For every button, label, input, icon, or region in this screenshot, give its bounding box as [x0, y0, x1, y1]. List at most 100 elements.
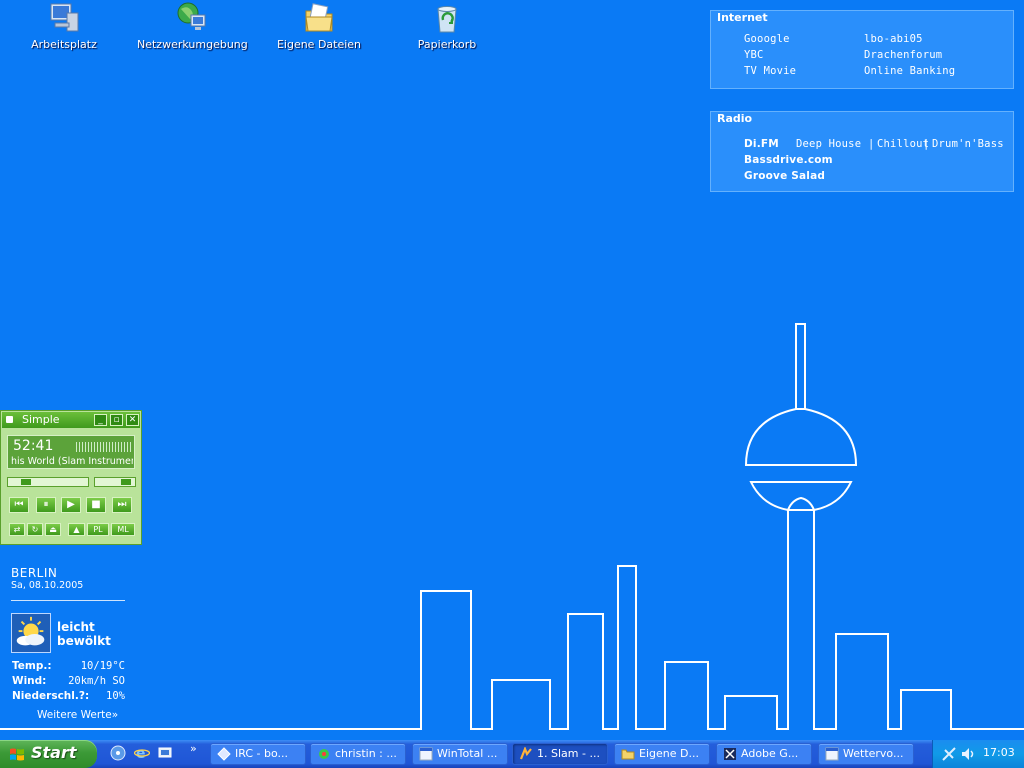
temperature-value: 10/19°C [80, 660, 125, 672]
desktop-icon-recycle-bin[interactable]: Papierkorb [392, 0, 502, 51]
task-weather[interactable]: Wettervo... [818, 743, 914, 765]
precipitation-label: Niederschl.?: [12, 690, 90, 702]
task-irc[interactable]: IRC - bo... [210, 743, 306, 765]
link-groove-salad[interactable]: Groove Salad [744, 170, 825, 182]
close-button[interactable]: ✕ [126, 414, 139, 426]
track-title: his World (Slam Instrumen [11, 456, 133, 467]
desktop-icon-my-computer[interactable]: Arbeitsplatz [9, 0, 119, 51]
adobe-icon [724, 748, 736, 760]
svg-text:e: e [136, 746, 146, 761]
start-button[interactable]: Start [0, 740, 97, 768]
genre-separator: | [868, 138, 875, 150]
link-lbo-abi05[interactable]: lbo-abi05 [864, 33, 923, 45]
desktop-icon-label: Netzwerkumgebung [137, 38, 248, 51]
task-label: Eigene D... [639, 747, 699, 760]
desktop-icon-network[interactable]: Netzwerkumgebung [137, 0, 248, 51]
task-adobe[interactable]: Adobe G... [716, 743, 812, 765]
link-bassdrive[interactable]: Bassdrive.com [744, 154, 833, 166]
temperature-row: Temp.: 10/19°C [12, 660, 127, 672]
more-weather-link[interactable]: Weitere Werte» [37, 709, 118, 721]
weather-condition-line1: leicht [57, 620, 95, 634]
link-online-banking[interactable]: Online Banking [864, 65, 955, 77]
repeat-button[interactable]: ↻ [27, 523, 43, 536]
task-my-documents[interactable]: Eigene D... [614, 743, 710, 765]
pause-button[interactable]: ⏸ [36, 497, 56, 513]
link-difm[interactable]: Di.FM [744, 138, 779, 150]
winamp-player[interactable]: Simple _ ▫ ✕ 52:41 his World (Slam Instr… [0, 410, 142, 545]
quicklaunch-more-icon[interactable]: » [190, 742, 197, 755]
link-chillout[interactable]: Chillout [877, 138, 929, 150]
minimize-button[interactable]: _ [94, 414, 107, 426]
winamp-titlebar[interactable]: Simple _ ▫ ✕ [2, 412, 140, 428]
task-label: WinTotal ... [437, 747, 498, 760]
clock[interactable]: 17:03 [983, 746, 1015, 759]
radio-links-panel: Radio Di.FM Deep House | Chillout | Drum… [710, 111, 1014, 192]
genre-separator: | [923, 138, 930, 150]
task-label: Wettervo... [843, 747, 904, 760]
temperature-label: Temp.: [12, 660, 52, 672]
task-icq[interactable]: christin : ... [310, 743, 406, 765]
network-places-icon [177, 2, 206, 30]
playlist-button[interactable]: PL [87, 523, 109, 536]
desktop-icon-label: Arbeitsplatz [31, 38, 97, 51]
quicklaunch-media-icon[interactable] [110, 745, 126, 761]
precipitation-value: 10% [106, 690, 125, 702]
media-library-button[interactable]: ML [111, 523, 135, 536]
radio-panel-title: Radio [717, 112, 753, 125]
winamp-icon [519, 747, 532, 760]
my-documents-icon [305, 3, 333, 32]
desktop-icon-my-documents[interactable]: Eigene Dateien [264, 0, 374, 51]
my-computer-icon [50, 3, 79, 32]
winamp-display: 52:41 his World (Slam Instrumen [7, 435, 135, 469]
link-drum-n-bass[interactable]: Drum'n'Bass [932, 138, 1004, 150]
desktop-icon-label: Papierkorb [417, 38, 477, 51]
weather-condition-line2: bewölkt [57, 634, 111, 648]
winamp-title: Simple [22, 413, 60, 426]
weather-widget: BERLIN Sa, 08.10.2005 leicht bewölkt Tem… [11, 566, 126, 721]
link-google[interactable]: Gooogle [744, 33, 790, 45]
volume-slider[interactable] [94, 477, 136, 487]
elapsed-time[interactable]: 52:41 [13, 438, 53, 454]
internet-panel-title: Internet [717, 11, 768, 24]
link-deep-house[interactable]: Deep House [796, 138, 861, 150]
task-label: 1. Slam - ... [537, 747, 600, 760]
link-ybc[interactable]: YBC [744, 49, 764, 61]
link-drachenforum[interactable]: Drachenforum [864, 49, 942, 61]
wind-value: 20km/h SO [68, 675, 125, 687]
system-tray: 17:03 [932, 740, 1024, 768]
quicklaunch-desktop-icon[interactable] [157, 745, 173, 761]
recycle-bin-icon [437, 6, 457, 33]
desktop-icon-label: Eigene Dateien [276, 38, 362, 51]
next-track-button[interactable]: ⏭ [112, 497, 132, 513]
visualizer[interactable] [76, 442, 132, 452]
wind-label: Wind: [12, 675, 47, 687]
network-tray-icon[interactable] [941, 746, 957, 762]
browser-icon [419, 747, 433, 761]
internet-links-panel: Internet Gooogle lbo-abi05 YBC Drachenfo… [710, 10, 1014, 89]
start-label: Start [31, 743, 77, 762]
task-label: IRC - bo... [235, 747, 288, 760]
shade-button[interactable]: ▫ [110, 414, 123, 426]
eject-button[interactable]: ⏏ [45, 523, 61, 536]
task-winamp[interactable]: 1. Slam - ... [512, 743, 608, 765]
link-tv-movie[interactable]: TV Movie [744, 65, 796, 77]
winamp-menu-icon[interactable] [6, 416, 13, 423]
wind-row: Wind: 20km/h SO [12, 675, 127, 687]
seek-slider-knob[interactable] [21, 479, 32, 485]
precipitation-row: Niederschl.?: 10% [12, 690, 127, 702]
weather-city: BERLIN [11, 566, 58, 580]
icq-icon [319, 749, 329, 759]
playlist-toggle-up-icon[interactable]: ▲ [68, 523, 85, 536]
task-wintotal[interactable]: WinTotal ... [412, 743, 508, 765]
volume-slider-knob[interactable] [121, 479, 132, 485]
seek-slider[interactable] [7, 477, 89, 487]
browser-icon [825, 747, 839, 761]
stop-button[interactable]: ■ [86, 497, 106, 513]
task-label: Adobe G... [741, 747, 799, 760]
volume-tray-icon[interactable] [960, 746, 976, 762]
play-button[interactable]: ▶ [61, 497, 81, 513]
quicklaunch-browser-icon[interactable]: e [134, 745, 150, 761]
previous-track-button[interactable]: ⏮ [9, 497, 29, 513]
shuffle-button[interactable]: ⇄ [9, 523, 25, 536]
task-label: christin : ... [335, 747, 397, 760]
